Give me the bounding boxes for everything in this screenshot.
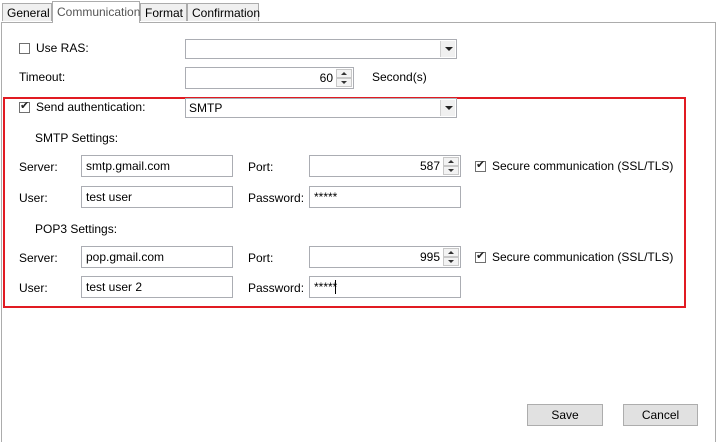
timeout-stepper[interactable]: 60: [185, 67, 354, 89]
timeout-unit-label: Second(s): [372, 70, 427, 84]
pop3-password-label: Password:: [248, 281, 305, 295]
arrow-down-icon: [341, 81, 347, 84]
arrow-down-icon: [448, 169, 454, 172]
tab-strip: General Communication Format Confirmatio…: [0, 0, 717, 23]
spin-down-button[interactable]: [443, 257, 459, 266]
arrow-up-icon: [341, 72, 347, 75]
timeout-value: 60: [319, 71, 333, 85]
timeout-label: Timeout:: [19, 70, 66, 84]
authentication-type-value: SMTP: [189, 101, 223, 115]
smtp-secure-label: Secure communication (SSL/TLS): [492, 159, 674, 173]
pop3-port-value: 995: [419, 250, 440, 264]
pop3-secure-label: Secure communication (SSL/TLS): [492, 250, 674, 264]
pop3-port-label: Port:: [248, 251, 274, 265]
dropdown-button[interactable]: [440, 41, 455, 57]
send-authentication-label: Send authentication:: [36, 100, 146, 114]
ras-connection-dropdown[interactable]: [185, 39, 457, 59]
arrow-up-icon: [448, 160, 454, 163]
smtp-port-value: 587: [419, 159, 440, 173]
pop3-password-field[interactable]: *****: [309, 276, 461, 298]
smtp-port-label: Port:: [248, 160, 274, 174]
pop3-user-field[interactable]: test user 2: [81, 276, 233, 298]
smtp-port-stepper[interactable]: 587: [309, 155, 461, 177]
spin-up-button[interactable]: [443, 157, 459, 166]
save-button[interactable]: Save: [527, 404, 603, 426]
chevron-down-icon: [445, 106, 453, 110]
text-cursor: [335, 280, 336, 294]
tab-communication[interactable]: Communication: [52, 1, 140, 23]
tab-format[interactable]: Format: [140, 3, 187, 21]
send-authentication-checkbox[interactable]: ✔: [19, 100, 30, 113]
checkmark-icon: ✔: [20, 100, 30, 112]
tab-general[interactable]: General: [2, 3, 52, 21]
use-ras-checkbox[interactable]: [19, 43, 30, 54]
smtp-server-label: Server:: [19, 160, 58, 174]
smtp-password-label: Password:: [248, 191, 305, 205]
pop3-user-label: User:: [19, 281, 48, 295]
chevron-down-icon: [445, 47, 453, 51]
arrow-up-icon: [448, 251, 454, 254]
tab-confirmation[interactable]: Confirmation: [187, 3, 260, 21]
pop3-server-label: Server:: [19, 251, 58, 265]
smtp-user-label: User:: [19, 191, 48, 205]
spin-down-button[interactable]: [443, 166, 459, 175]
smtp-secure-checkbox[interactable]: ✔: [475, 159, 486, 172]
cancel-button[interactable]: Cancel: [623, 404, 698, 426]
pop3-settings-heading: POP3 Settings:: [35, 222, 118, 236]
smtp-settings-heading: SMTP Settings:: [35, 131, 119, 145]
pop3-server-field[interactable]: pop.gmail.com: [81, 246, 233, 268]
dropdown-button[interactable]: [440, 100, 455, 116]
use-ras-label: Use RAS:: [36, 41, 89, 55]
smtp-password-field[interactable]: *****: [309, 186, 461, 208]
checkmark-icon: ✔: [476, 250, 486, 262]
smtp-user-field[interactable]: test user: [81, 186, 233, 208]
spin-up-button[interactable]: [443, 248, 459, 257]
authentication-type-dropdown[interactable]: SMTP: [185, 98, 457, 118]
spin-down-button[interactable]: [336, 78, 352, 87]
smtp-server-field[interactable]: smtp.gmail.com: [81, 155, 233, 177]
checkmark-icon: ✔: [476, 159, 486, 171]
arrow-down-icon: [448, 260, 454, 263]
spin-up-button[interactable]: [336, 69, 352, 78]
pop3-secure-checkbox[interactable]: ✔: [475, 250, 486, 263]
pop3-port-stepper[interactable]: 995: [309, 246, 461, 268]
